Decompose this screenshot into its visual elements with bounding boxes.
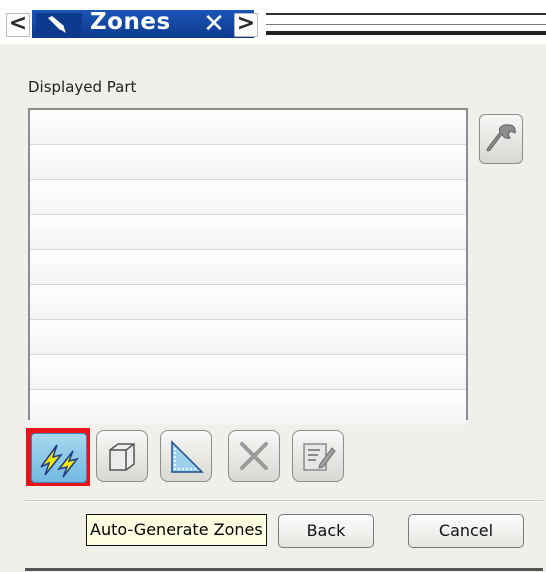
displayed-part-label: Displayed Part	[28, 78, 137, 96]
list-item[interactable]	[30, 110, 466, 145]
back-button[interactable]: Back	[278, 514, 374, 548]
list-item[interactable]	[30, 215, 466, 250]
edit-note-icon	[303, 443, 336, 471]
tooltip: Auto-Generate Zones	[86, 514, 267, 546]
list-item[interactable]	[30, 285, 466, 320]
wrench-button[interactable]	[479, 114, 523, 164]
create-box-zone-button[interactable]	[96, 430, 148, 482]
pin-icon[interactable]	[36, 13, 82, 37]
auto-generate-zones-icon	[40, 444, 79, 478]
wrench-icon	[486, 124, 516, 152]
back-arrow-button[interactable]: <	[6, 13, 30, 37]
dialog-title: Zones	[90, 9, 171, 35]
list-item[interactable]	[30, 355, 466, 390]
auto-generate-zones-button[interactable]	[26, 428, 90, 486]
cancel-button[interactable]: Cancel	[408, 514, 524, 548]
bottom-border	[25, 568, 543, 571]
list-item[interactable]	[30, 145, 466, 180]
delete-x-icon	[240, 442, 268, 470]
create-plane-zone-button[interactable]	[160, 430, 212, 482]
list-item[interactable]	[30, 390, 466, 425]
edit-zone-button[interactable]	[292, 430, 344, 482]
cube-icon	[109, 443, 135, 471]
forward-arrow-button[interactable]: >	[234, 13, 258, 37]
list-item[interactable]	[30, 320, 466, 355]
title-divider	[266, 31, 546, 35]
triangle-zone-icon	[171, 440, 204, 473]
separator	[25, 501, 543, 502]
title-divider	[266, 24, 546, 25]
zones-list[interactable]	[28, 108, 468, 425]
zones-dialog: < Zones ✕ > Displayed Part Back Cancel A…	[0, 0, 546, 572]
list-item[interactable]	[30, 180, 466, 215]
delete-zone-button[interactable]	[228, 430, 280, 482]
close-icon[interactable]: ✕	[194, 10, 234, 38]
title-divider	[266, 13, 546, 15]
title-strip: < Zones ✕ >	[0, 0, 546, 44]
list-item[interactable]	[30, 250, 466, 285]
